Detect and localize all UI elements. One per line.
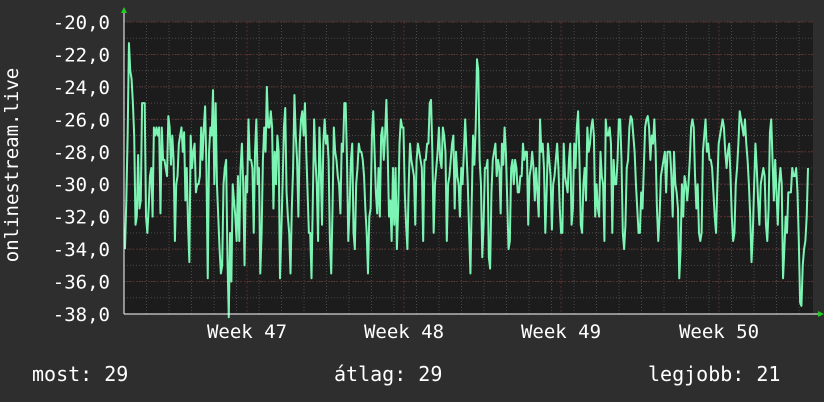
y-tick-label: -38,0 (53, 304, 110, 326)
y-tick-label: -20,0 (53, 12, 110, 34)
current-value: most: 29 (32, 362, 129, 386)
x-tick-label: Week 49 (521, 321, 601, 343)
y-tick-label: -34,0 (53, 239, 110, 261)
y-tick-label: -26,0 (53, 109, 110, 131)
y-axis-ticks: -20,0 -22,0 -24,0 -26,0 -28,0 -30,0 -32,0 -34,0… (53, 12, 110, 326)
x-tick-label: Week 47 (207, 321, 287, 343)
y-tick-label: -32,0 (53, 207, 110, 229)
x-axis-arrow-icon (818, 311, 824, 317)
y-tick-label: -36,0 (53, 272, 110, 294)
x-tick-label: Week 48 (364, 321, 444, 343)
x-axis-ticks: Week 47 Week 48 Week 49 Week 50 (207, 321, 759, 343)
line-chart: -20,0 -22,0 -24,0 -26,0 -28,0 -30,0 -32,0 -34,0… (1, 7, 824, 343)
y-tick-label: -28,0 (53, 142, 110, 164)
average-value: átlag: 29 (334, 362, 443, 386)
y-tick-label: -24,0 (53, 77, 110, 99)
y-axis-arrow-icon (121, 7, 127, 13)
y-axis-label: onlinestream.live (1, 68, 23, 262)
best-value: legjobb: 21 (648, 362, 781, 386)
y-tick-label: -30,0 (53, 174, 110, 196)
y-tick-label: -22,0 (53, 44, 110, 66)
x-tick-label: Week 50 (679, 321, 759, 343)
